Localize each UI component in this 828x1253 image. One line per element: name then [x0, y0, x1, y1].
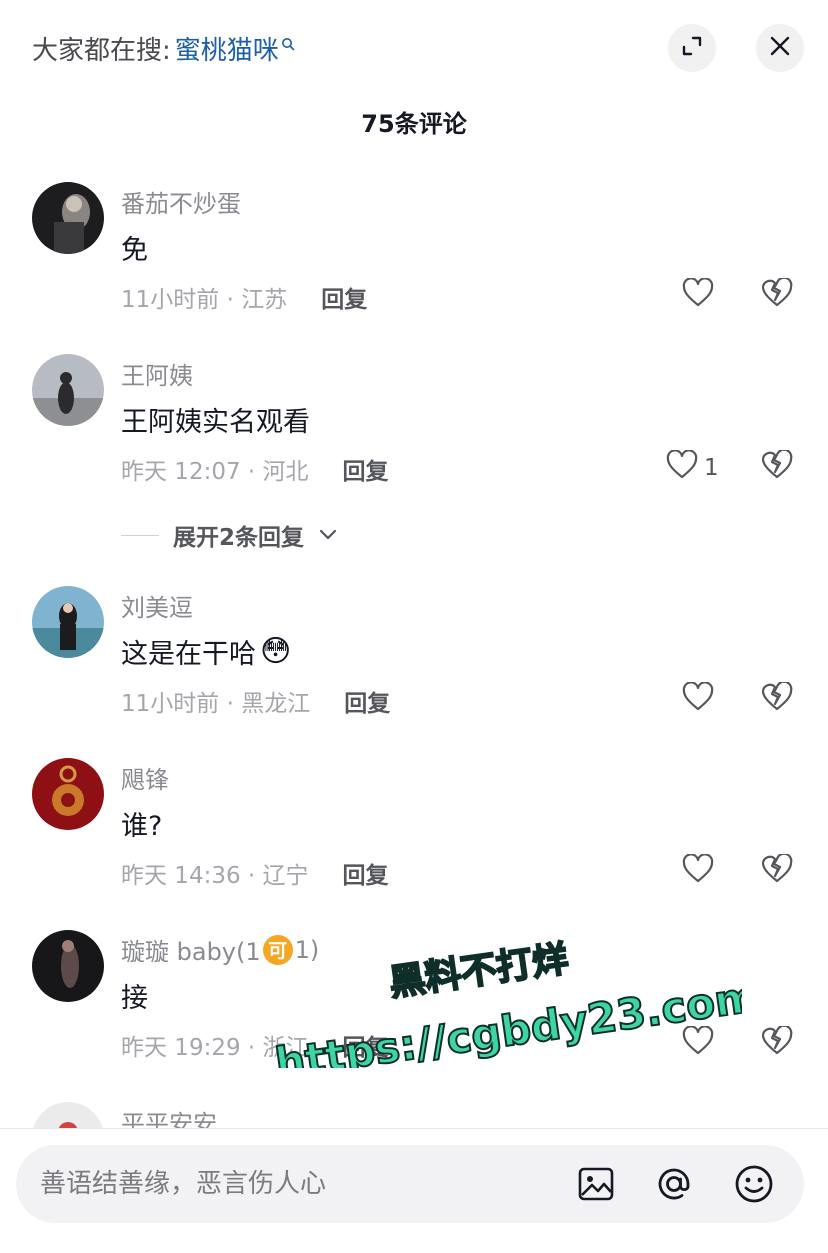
dislike-button[interactable]	[760, 276, 794, 312]
reply-button[interactable]: 回复	[343, 452, 389, 486]
reply-button[interactable]: 回复	[343, 1028, 389, 1062]
reply-button[interactable]: 回复	[344, 684, 390, 718]
comment-time-location: 昨天 14:36 · 辽宁	[121, 863, 309, 889]
comment-text: 谁?	[121, 811, 163, 842]
comment-time-location: 昨天 12:07 · 河北	[121, 459, 309, 485]
dislike-button[interactable]	[760, 448, 794, 484]
heart-icon	[682, 853, 714, 890]
comment-text: 王阿姨实名观看	[121, 407, 310, 438]
broken-heart-icon	[760, 680, 794, 716]
comment-text: 免	[121, 235, 148, 266]
comment-username[interactable]: 王阿姨	[121, 356, 193, 391]
close-icon	[769, 35, 791, 61]
comment-item: 刘美逗 这是在干哈 😳 11小时前 · 黑龙江 回复	[0, 584, 828, 734]
comment-text: 这是在干哈	[121, 639, 256, 670]
comment-item: 璇璇 baby(1 可 1) 接 昨天 19:29 · 浙江 回复	[0, 928, 828, 1078]
dislike-button[interactable]	[760, 852, 794, 888]
expand-button[interactable]	[668, 24, 716, 72]
comment-username[interactable]: 番茄不炒蛋	[121, 184, 241, 219]
emoji: 😳	[260, 634, 292, 669]
broken-heart-icon	[760, 448, 794, 484]
avatar[interactable]	[32, 758, 104, 830]
like-count: 1	[704, 455, 719, 481]
avatar[interactable]	[32, 1102, 104, 1128]
comment-username[interactable]: 平平安安	[121, 1104, 217, 1128]
comment-time-location: 昨天 19:29 · 浙江	[121, 1035, 309, 1061]
comment-item: 飓锋 谁? 昨天 14:36 · 辽宁 回复	[0, 756, 828, 906]
expand-icon	[680, 34, 704, 62]
trending-search[interactable]: 大家都在搜: 蜜桃猫咪	[32, 30, 295, 67]
avatar[interactable]	[32, 354, 104, 426]
comment-text-row: 这是在干哈 😳	[121, 632, 291, 671]
broken-heart-icon	[760, 1024, 794, 1060]
mention-icon[interactable]	[654, 1164, 694, 1204]
comment-username[interactable]: 飓锋	[121, 760, 169, 795]
comment-input-bar	[16, 1145, 804, 1223]
like-button[interactable]: 1	[666, 449, 719, 486]
username-text: 1)	[294, 935, 320, 964]
image-icon[interactable]	[576, 1164, 616, 1204]
comment-time-location: 11小时前 · 黑龙江	[121, 691, 311, 717]
dislike-button[interactable]	[760, 680, 794, 716]
expand-replies-label: 展开2条回复	[173, 525, 305, 551]
search-prefix: 大家都在搜:	[32, 36, 171, 66]
comment-text: 接	[121, 983, 148, 1014]
comment-item: 番茄不炒蛋 免 11小时前 · 江苏 回复	[0, 180, 828, 330]
comment-count-title: 75条评论	[361, 110, 467, 138]
comment-username[interactable]: 璇璇 baby(1 可 1)	[121, 932, 319, 967]
like-button[interactable]	[682, 1025, 714, 1062]
reply-button[interactable]: 回复	[321, 280, 367, 314]
comment-item: 平平安安	[0, 1100, 828, 1128]
username-text: 璇璇 baby(1	[121, 938, 261, 966]
divider	[121, 534, 159, 536]
comment-username[interactable]: 刘美逗	[121, 588, 193, 623]
heart-icon	[682, 681, 714, 718]
top-bar: 大家都在搜: 蜜桃猫咪	[0, 0, 828, 100]
reply-button[interactable]: 回复	[343, 856, 389, 890]
search-keyword[interactable]: 蜜桃猫咪	[175, 30, 279, 67]
chevron-down-icon	[318, 522, 338, 548]
close-button[interactable]	[756, 24, 804, 72]
divider	[0, 1128, 828, 1129]
heart-icon	[682, 1025, 714, 1062]
dislike-button[interactable]	[760, 1024, 794, 1060]
expand-replies-button[interactable]: 展开2条回复	[121, 518, 338, 552]
heart-icon	[682, 277, 714, 314]
heart-icon	[666, 449, 698, 486]
comment-input[interactable]	[40, 1145, 560, 1223]
like-button[interactable]	[682, 277, 714, 314]
broken-heart-icon	[760, 852, 794, 888]
comment-time-location: 11小时前 · 江苏	[121, 287, 288, 313]
comment-item: 王阿姨 王阿姨实名观看 昨天 12:07 · 河北 回复 1	[0, 352, 828, 502]
avatar[interactable]	[32, 586, 104, 658]
broken-heart-icon	[760, 276, 794, 312]
avatar[interactable]	[32, 182, 104, 254]
search-icon	[281, 28, 295, 58]
avatar[interactable]	[32, 930, 104, 1002]
emoji-icon[interactable]	[734, 1164, 774, 1204]
badge-icon: 可	[262, 934, 293, 965]
like-button[interactable]	[682, 681, 714, 718]
like-button[interactable]	[682, 853, 714, 890]
